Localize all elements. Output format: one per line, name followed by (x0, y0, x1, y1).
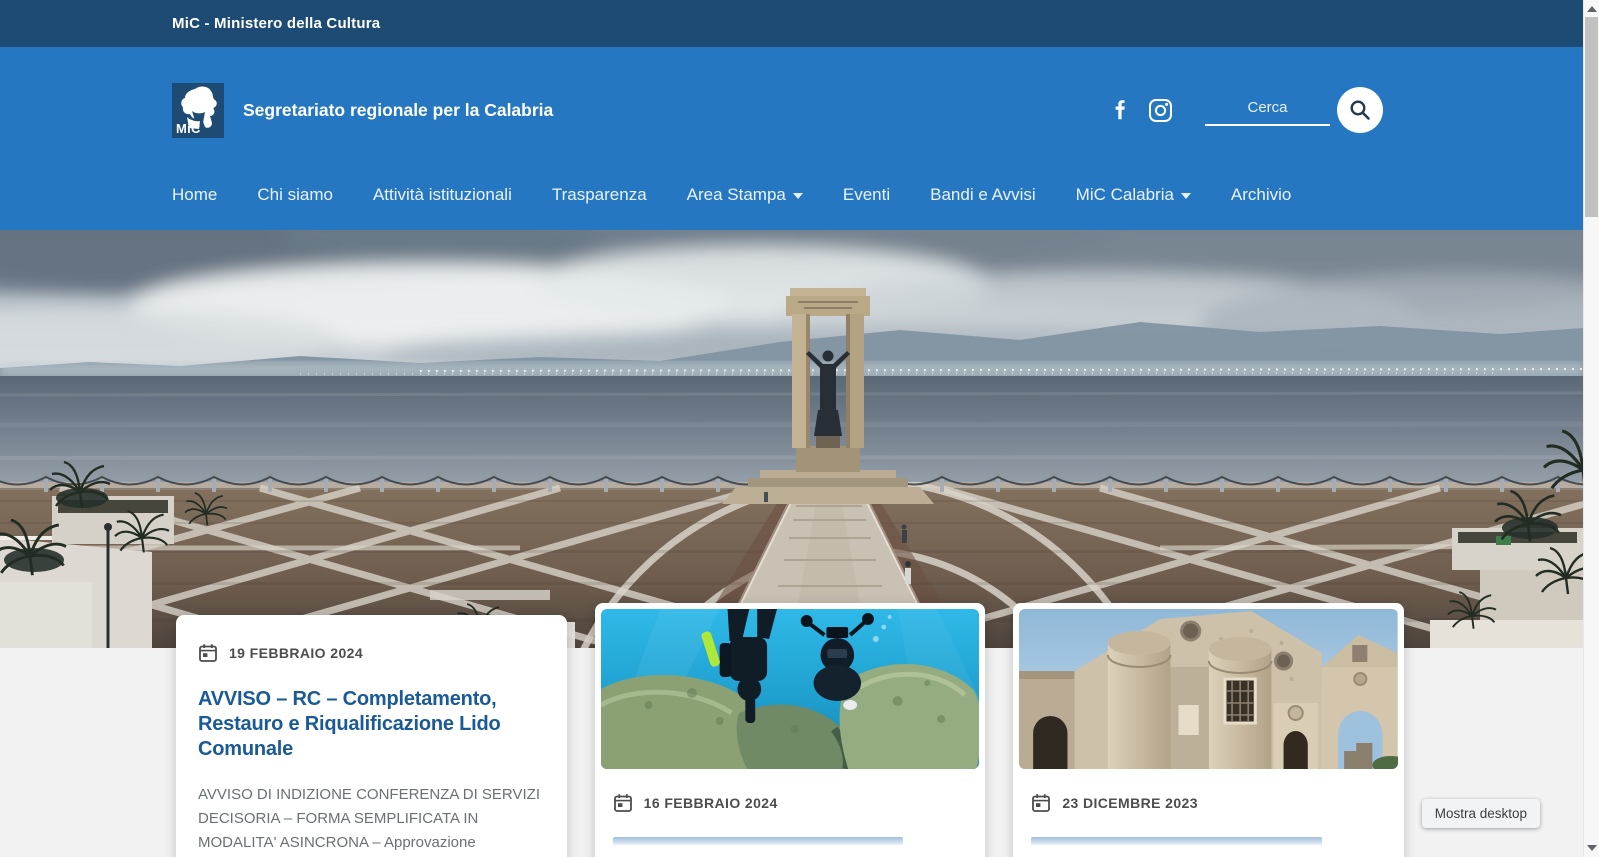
card-title-clipped (613, 837, 904, 846)
nav-item-archivio[interactable]: Archivio (1231, 185, 1291, 205)
card-date: 23 DICEMBRE 2023 (1062, 795, 1198, 811)
nav-item-home[interactable]: Home (172, 185, 217, 205)
news-cards-row: 19 FEBBRAIO 2024 AVVISO – RC – Completam… (176, 603, 1404, 857)
search-input[interactable] (1205, 94, 1330, 126)
card-date-row: 19 FEBBRAIO 2024 (198, 643, 545, 663)
nav-item-eventi[interactable]: Eventi (843, 185, 890, 205)
search-button[interactable] (1337, 87, 1383, 133)
scrollbar-thumb[interactable] (1585, 17, 1598, 217)
news-card-subacquei[interactable]: 16 FEBBRAIO 2024 (595, 603, 986, 857)
nav-item-chi-siamo[interactable]: Chi siamo (257, 185, 333, 205)
calendar-icon (1031, 793, 1051, 813)
mic-logo[interactable]: MiC (172, 83, 224, 138)
logo-text: MiC (176, 121, 201, 136)
mostra-desktop-button[interactable]: Mostra desktop (1422, 799, 1540, 828)
topbar-title[interactable]: MiC - Ministero della Cultura (172, 15, 380, 32)
nav-item-area-stampa[interactable]: Area Stampa (687, 185, 803, 205)
news-card-chiesa[interactable]: 23 DICEMBRE 2023 (1013, 603, 1404, 857)
instagram-icon[interactable] (1147, 97, 1173, 123)
scrollbar-up-arrow-icon[interactable] (1587, 6, 1597, 12)
scrollbar[interactable] (1583, 0, 1599, 857)
card-excerpt: AVVISO DI INDIZIONE CONFERENZA DI SERVIZ… (198, 783, 545, 854)
nav-item-bandi-e-avvisi[interactable]: Bandi e Avvisi (930, 185, 1036, 205)
card-title-clipped (1031, 837, 1322, 846)
nav-item-attivita-istituzionali[interactable]: Attività istituzionali (373, 185, 512, 205)
scrollbar-down-arrow-icon[interactable] (1587, 845, 1597, 851)
card-date-row: 16 FEBBRAIO 2024 (613, 793, 968, 813)
page: MiC - Ministero della Cultura MiC Segret… (0, 0, 1583, 857)
card-image-church (1019, 609, 1398, 769)
facebook-icon[interactable] (1108, 97, 1134, 123)
card-date: 19 FEBBRAIO 2024 (229, 645, 363, 661)
calendar-icon (198, 643, 218, 663)
main-nav: Home Chi siamo Attività istituzionali Tr… (0, 167, 1583, 223)
site-title: Segretariato regionale per la Calabria (243, 100, 553, 121)
header: MiC Segretariato regionale per la Calabr… (0, 47, 1583, 230)
card-date: 16 FEBBRAIO 2024 (644, 795, 778, 811)
news-card-avviso-lido[interactable]: 19 FEBBRAIO 2024 AVVISO – RC – Completam… (176, 615, 567, 857)
card-date-row: 23 DICEMBRE 2023 (1031, 793, 1386, 813)
hero-photo-lungomare (0, 230, 1583, 648)
calendar-icon (613, 793, 633, 813)
hero-image (0, 230, 1583, 648)
topbar: MiC - Ministero della Cultura (0, 0, 1583, 47)
magnifier-icon (1348, 98, 1372, 122)
card-image-divers (601, 609, 980, 769)
nav-item-mic-calabria[interactable]: MiC Calabria (1076, 185, 1191, 205)
nav-item-trasparenza[interactable]: Trasparenza (552, 185, 647, 205)
chevron-down-icon (1181, 193, 1191, 199)
brand-link[interactable]: MiC Segretariato regionale per la Calabr… (172, 83, 553, 138)
card-title-link[interactable]: AVVISO – RC – Completamento, Restauro e … (198, 687, 545, 761)
chevron-down-icon (793, 193, 803, 199)
